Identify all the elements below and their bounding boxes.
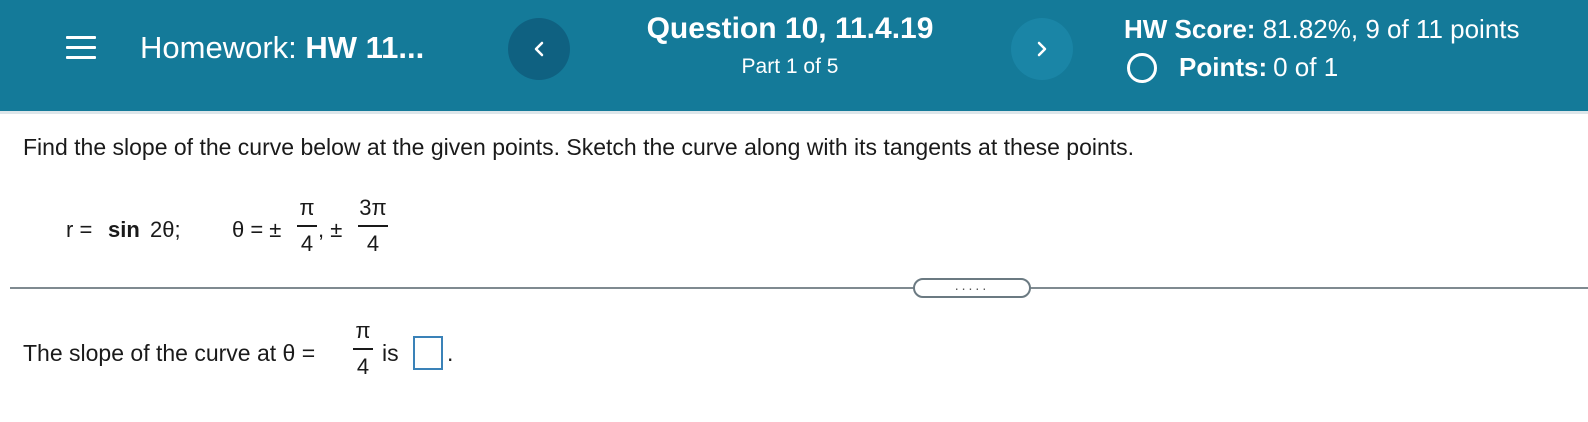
r-label: r =: [66, 217, 93, 242]
theta-fraction-2-numerator: 3π: [359, 195, 387, 220]
theta-separator: , ±: [318, 217, 343, 242]
expand-button-label: .....: [954, 277, 990, 293]
theta-fraction-1-numerator: π: [299, 195, 315, 220]
answer-fraction-numerator: π: [355, 318, 371, 343]
header-divider: [0, 111, 1588, 114]
previous-question-button[interactable]: [508, 18, 570, 80]
answer-prefix: The slope of the curve at θ =: [23, 340, 316, 366]
theta-label: θ = ±: [232, 217, 282, 242]
points-label: Points:: [1179, 52, 1268, 82]
answer-period: .: [447, 340, 454, 366]
theta-fraction-1: π 4: [297, 193, 317, 259]
problem-instructions: Find the slope of the curve below at the…: [23, 134, 1135, 160]
hw-score-value: 81.82%, 9 of 11 points: [1262, 14, 1520, 44]
homework-title: Homework: HW 11...: [140, 30, 424, 66]
theta-fraction-2: 3π 4: [358, 193, 388, 259]
next-question-button[interactable]: [1011, 18, 1073, 80]
homework-name: HW 11...: [305, 30, 425, 65]
points-value: 0 of 1: [1273, 52, 1339, 82]
score-panel: HW Score: 81.82%, 9 of 11 points Points:…: [1124, 14, 1520, 83]
answer-fraction: π 4: [353, 316, 373, 382]
hw-score: HW Score: 81.82%, 9 of 11 points: [1124, 14, 1520, 45]
answer-fraction-denominator: 4: [356, 354, 370, 379]
theta-fraction-1-denominator: 4: [300, 231, 314, 256]
r-argument: 2θ;: [150, 217, 181, 242]
question-title: Question 10, 11.4.19: [646, 12, 934, 45]
part-label: Part 1 of 5: [741, 55, 839, 78]
section-divider: [10, 287, 1588, 289]
chevron-right-icon: [1037, 41, 1047, 57]
hw-score-label: HW Score:: [1124, 14, 1256, 44]
points-status: Points: 0 of 1: [1124, 52, 1520, 83]
r-function: sin: [108, 217, 140, 242]
hamburger-menu-icon[interactable]: [66, 34, 96, 60]
theta-fraction-2-denominator: 4: [366, 231, 380, 256]
chevron-left-icon: [534, 41, 544, 57]
homework-prefix: Homework:: [140, 30, 297, 65]
top-bar: Homework: HW 11... Question 10, 11.4.19 …: [0, 0, 1588, 111]
slope-answer-input[interactable]: [413, 336, 443, 370]
question-info: Question 10, 11.4.19 Part 1 of 5: [610, 12, 970, 79]
empty-circle-icon: [1127, 52, 1157, 83]
answer-suffix: is: [382, 340, 399, 366]
expand-button[interactable]: .....: [913, 278, 1031, 298]
